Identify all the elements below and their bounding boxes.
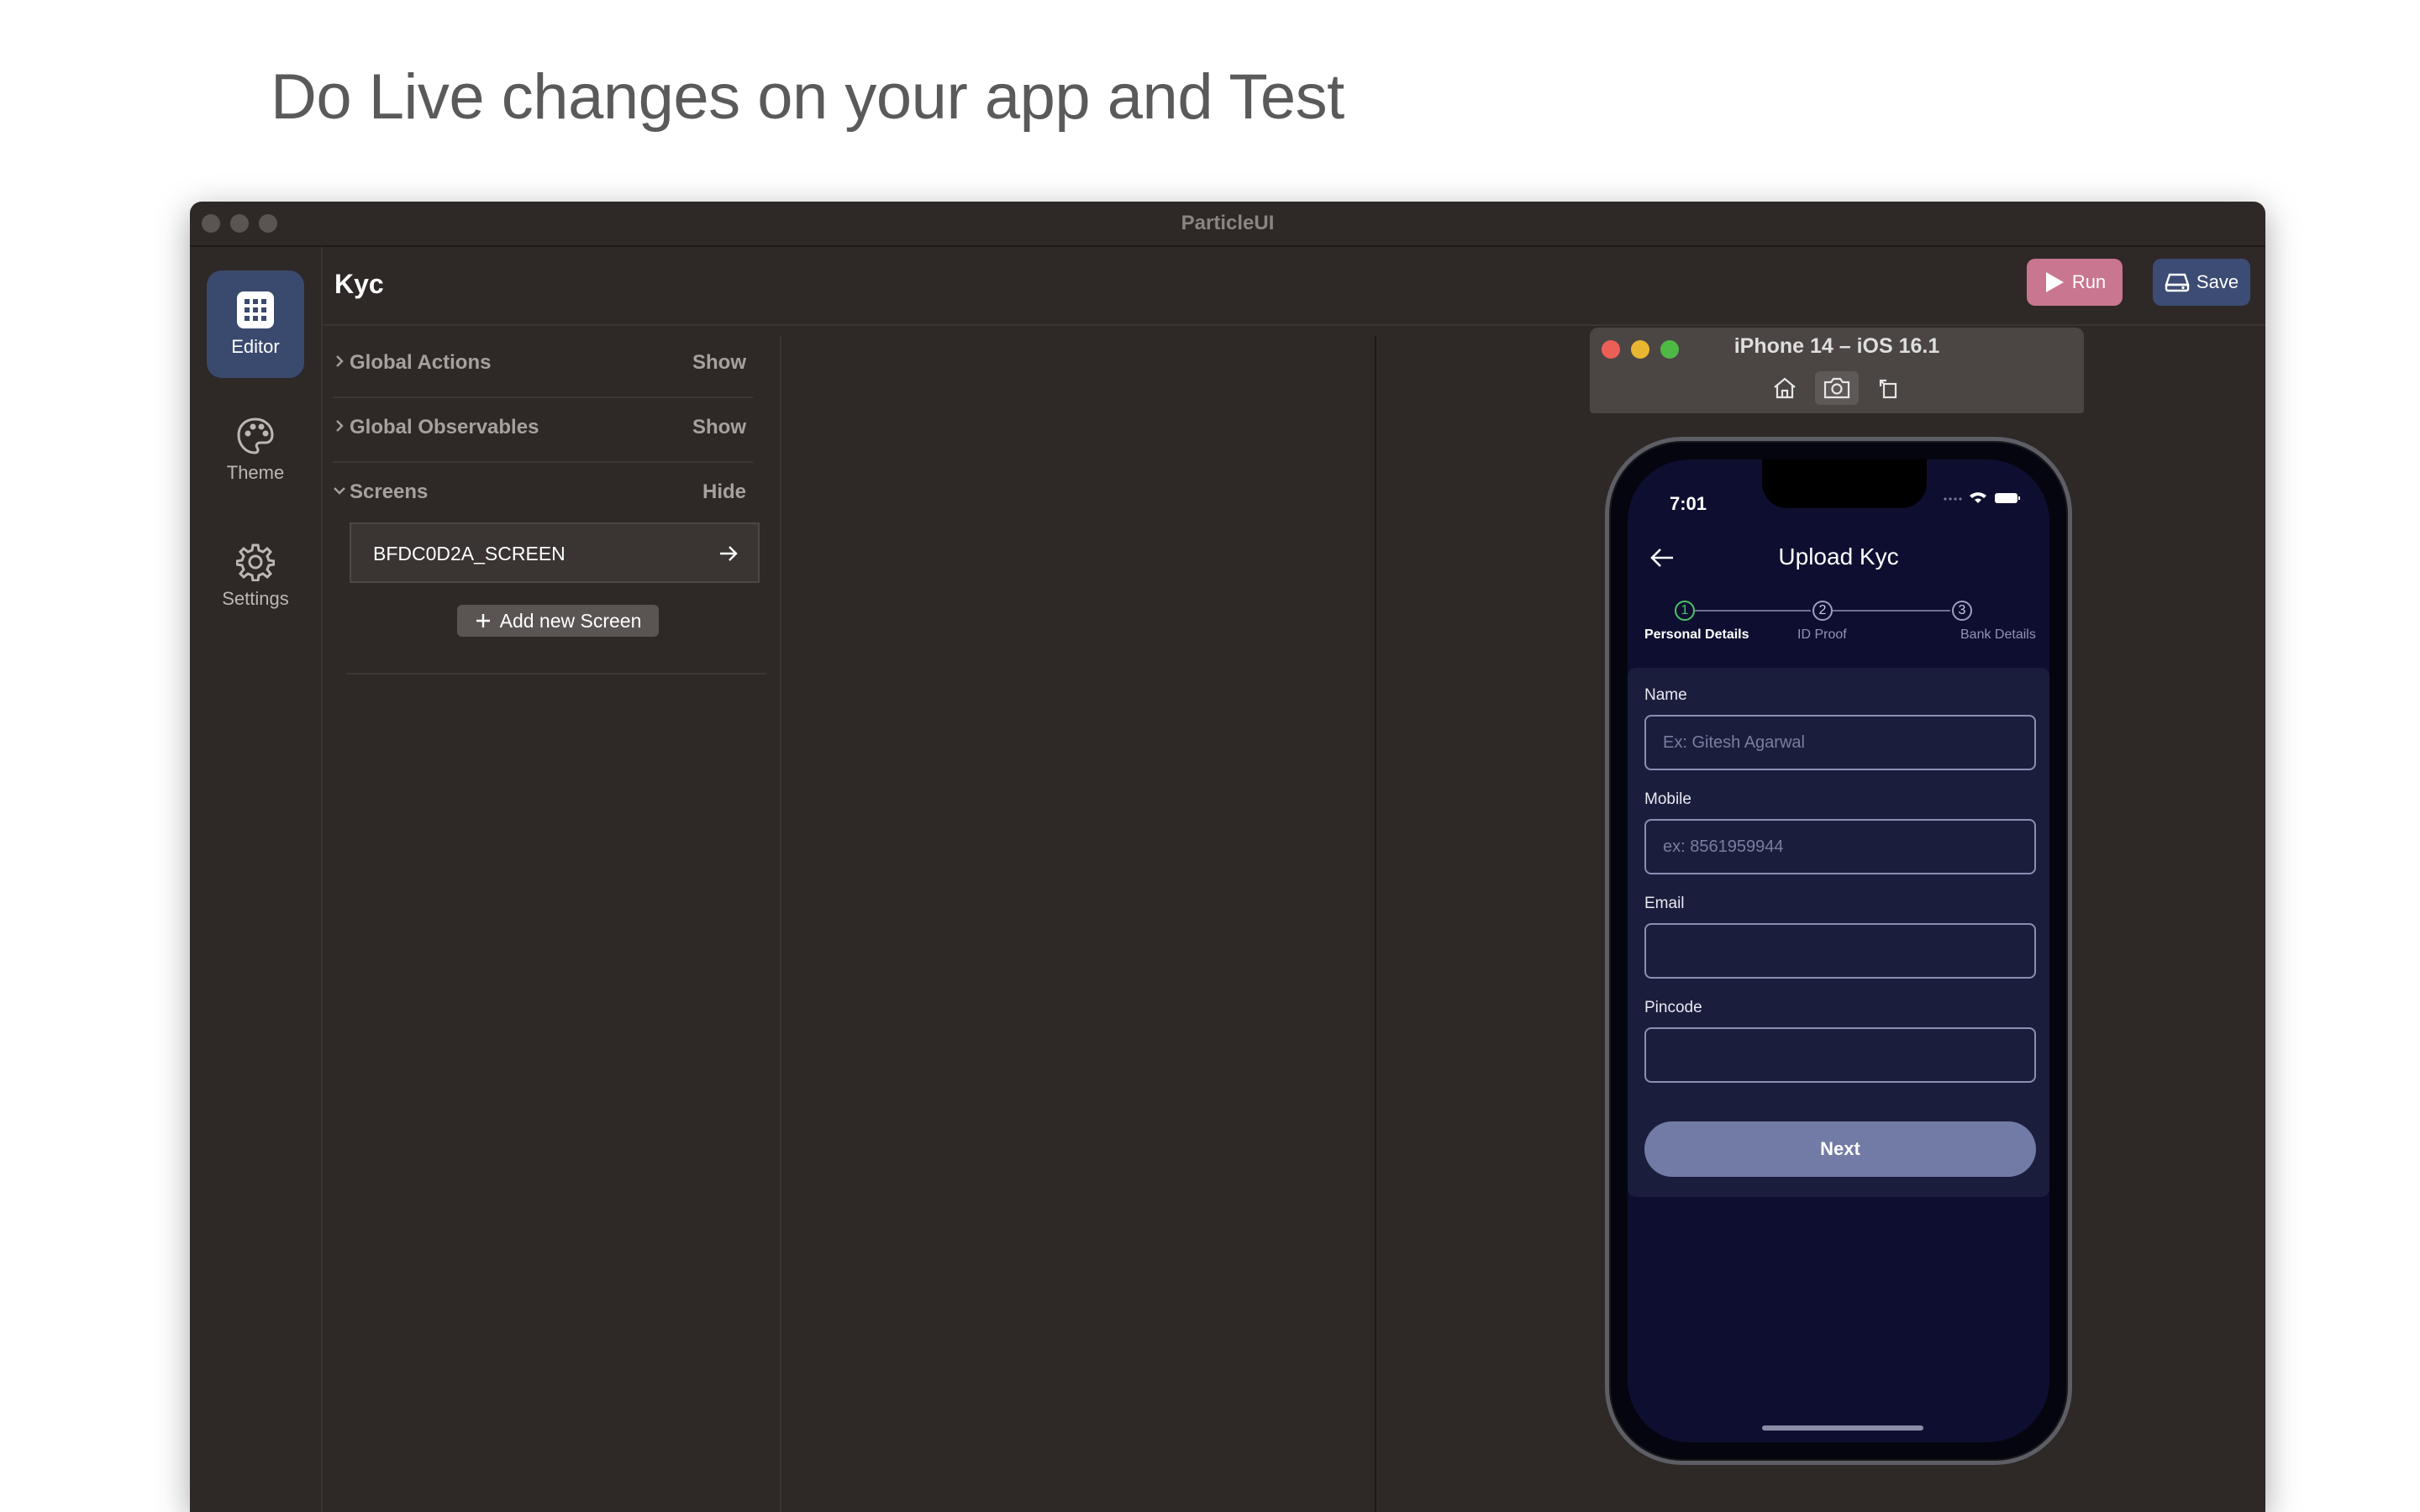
name-input[interactable]: Ex: Gitesh Agarwal (1644, 715, 2036, 770)
rail-editor-label: Editor (231, 336, 280, 357)
section-toggle[interactable]: Show (692, 416, 746, 439)
section-global-observables[interactable]: Global Observables Show (333, 397, 753, 463)
step-label: Bank Details (1960, 627, 2036, 642)
simulator-title: iPhone 14 – iOS 16.1 (1733, 334, 1940, 358)
simulator-toolbar: iPhone 14 – iOS 16.1 (1590, 328, 2084, 413)
add-screen-label: Add new Screen (499, 609, 642, 632)
phone-screen: 7:01 Upload Kyc 1 2 3 Personal Details I… (1628, 459, 2049, 1442)
step-indicator[interactable]: 2 (1812, 601, 1833, 621)
step-label: Personal Details (1644, 627, 1749, 642)
status-icons (1944, 491, 2021, 505)
rail-editor-button[interactable]: Editor (207, 270, 304, 378)
mobile-label: Mobile (1644, 790, 1691, 808)
rail-theme-button[interactable]: Theme (207, 396, 304, 504)
iphone-frame: 7:01 Upload Kyc 1 2 3 Personal Details I… (1605, 437, 2072, 1465)
battery-icon (1995, 493, 2020, 503)
plus-icon (476, 614, 490, 627)
canvas-divider (1375, 336, 1376, 1512)
step-connector (1695, 610, 1811, 612)
kyc-form-card: Name Ex: Gitesh Agarwal Mobile ex: 85619… (1628, 668, 2049, 1197)
step-label: ID Proof (1797, 627, 1847, 642)
status-time: 7:01 (1670, 493, 1707, 514)
left-rail: Editor Theme Settings (190, 247, 323, 1512)
name-label: Name (1644, 686, 1687, 704)
run-label: Run (2071, 271, 2107, 292)
pincode-input[interactable] (1644, 1027, 2036, 1083)
section-label: Global Observables (350, 416, 539, 438)
save-label: Save (2196, 271, 2239, 292)
chevron-down-icon (334, 487, 345, 495)
chevron-right-icon (336, 420, 344, 432)
app-window: ParticleUI Editor Theme Settings Kyc Run… (190, 202, 2265, 1512)
pincode-label: Pincode (1644, 999, 1702, 1016)
palette-icon (237, 417, 274, 454)
step-indicator[interactable]: 1 (1675, 601, 1695, 621)
page-headline: Do Live changes on your app and Test (271, 61, 1344, 133)
email-input[interactable] (1644, 923, 2036, 979)
chevron-right-icon (336, 355, 344, 367)
camera-icon (1823, 377, 1850, 399)
next-button[interactable]: Next (1644, 1121, 2036, 1177)
rail-settings-button[interactable]: Settings (207, 522, 304, 630)
screens-section-divider (346, 673, 766, 675)
email-label: Email (1644, 895, 1685, 912)
save-drive-icon (2165, 273, 2190, 292)
sim-rotate-button[interactable] (1867, 371, 1911, 405)
rail-theme-label: Theme (226, 462, 285, 483)
step-connector (1833, 610, 1950, 612)
section-screens[interactable]: Screens Hide (333, 462, 753, 526)
screen-name: BFDC0D2A_SCREEN (373, 543, 566, 564)
grid-icon (237, 291, 274, 328)
editor-title: Kyc (334, 269, 384, 299)
screen-title: Upload Kyc (1778, 543, 1899, 570)
add-screen-button[interactable]: Add new Screen (457, 605, 659, 637)
phone-notch (1762, 459, 1927, 508)
editor-header-divider (323, 324, 2265, 326)
section-label: Screens (350, 480, 429, 503)
gear-icon (236, 543, 275, 581)
section-toggle[interactable]: Show (692, 351, 746, 375)
sim-screenshot-button[interactable] (1815, 371, 1859, 405)
rotate-icon (1879, 379, 1897, 399)
kyc-stepper: 1 2 3 Personal Details ID Proof Bank Det… (1644, 601, 2036, 651)
mobile-input[interactable]: ex: 8561959944 (1644, 819, 2036, 874)
wifi-icon (1970, 492, 1986, 503)
sim-home-button[interactable] (1763, 371, 1807, 405)
section-label: Global Actions (350, 351, 492, 374)
run-button[interactable]: Run (2027, 259, 2123, 306)
rail-settings-label: Settings (222, 588, 289, 609)
window-titlebar: ParticleUI (190, 202, 2265, 247)
section-toggle[interactable]: Hide (702, 480, 746, 504)
home-indicator[interactable] (1762, 1425, 1923, 1431)
section-global-actions[interactable]: Global Actions Show (333, 333, 753, 398)
screen-list-item[interactable]: BFDC0D2A_SCREEN (350, 522, 760, 583)
step-indicator[interactable]: 3 (1952, 601, 1972, 621)
home-icon (1774, 377, 1796, 399)
arrow-right-icon (720, 546, 738, 561)
window-title: ParticleUI (1181, 212, 1275, 234)
signal-icon (1944, 497, 1962, 501)
save-button[interactable]: Save (2153, 259, 2250, 306)
play-icon (2045, 272, 2064, 292)
panel-divider (780, 336, 781, 1512)
